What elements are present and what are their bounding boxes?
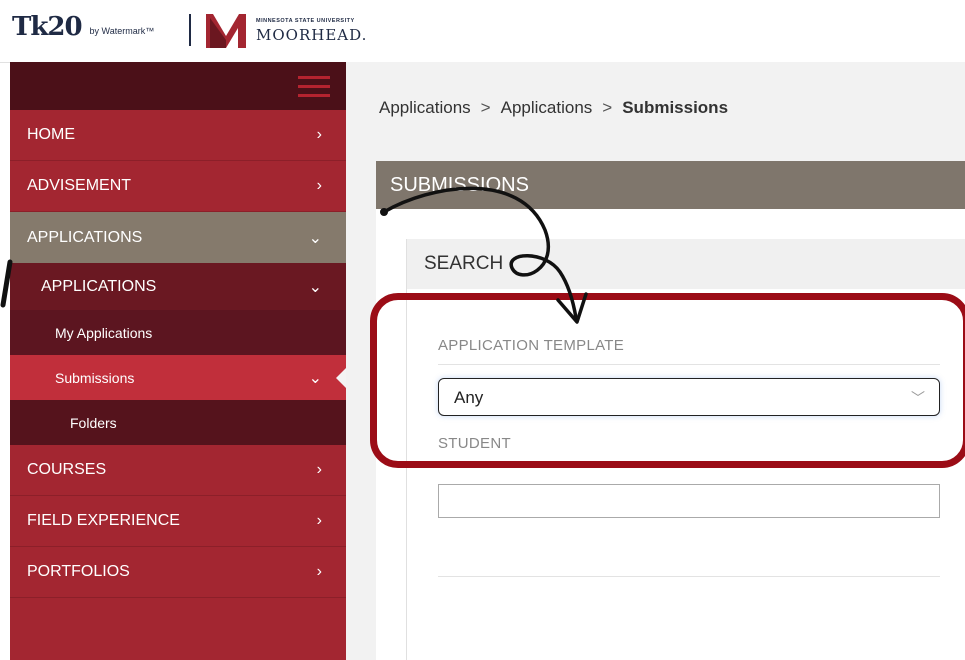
breadcrumb-separator: > — [480, 98, 491, 117]
page-title: SUBMISSIONS — [390, 173, 529, 196]
breadcrumb-link[interactable]: Applications — [379, 98, 471, 118]
sidebar-item-field-experience[interactable]: FIELD EXPERIENCE › — [10, 496, 346, 547]
student-input[interactable] — [438, 484, 940, 518]
chevron-down-icon: ⌄ — [308, 278, 322, 296]
sidebar-item-advisement[interactable]: ADVISEMENT › — [10, 161, 346, 212]
sidebar-subitem-applications[interactable]: APPLICATIONS ⌄ — [10, 263, 346, 310]
sidebar-item-label: ADVISEMENT — [27, 177, 132, 194]
sidebar-item-submissions[interactable]: Submissions ⌄ — [10, 355, 347, 400]
chevron-down-icon: ⌄ — [308, 229, 322, 247]
divider — [438, 576, 940, 577]
sidebar-item-folders[interactable]: Folders — [10, 400, 346, 445]
sidebar-item-applications[interactable]: APPLICATIONS ⌄ — [10, 212, 346, 263]
breadcrumb-current: Submissions — [622, 98, 729, 117]
search-title: SEARCH — [424, 253, 504, 274]
sidebar-item-label: My Applications — [55, 324, 153, 341]
sidebar-item-label: COURSES — [27, 461, 107, 478]
chevron-right-icon: › — [316, 177, 322, 194]
msum-logo-icon — [206, 14, 246, 48]
breadcrumb-link[interactable]: Applications — [501, 98, 593, 118]
section-header: SUBMISSIONS — [376, 161, 965, 209]
logo-divider — [189, 14, 191, 46]
highlight-box — [370, 293, 965, 468]
watermark-tagline: by Watermark™ — [89, 26, 155, 36]
sidebar-item-label: FIELD EXPERIENCE — [27, 512, 180, 529]
university-subtitle: MINNESOTA STATE UNIVERSITY — [256, 18, 355, 24]
sidebar-item-home[interactable]: HOME › — [10, 110, 346, 161]
sidebar-item-label: APPLICATIONS — [41, 277, 157, 295]
sidebar-item-label: Folders — [70, 414, 117, 431]
sidebar-item-label: HOME — [27, 126, 75, 143]
breadcrumb: Applications > Applications > Submission… — [379, 98, 728, 118]
sidebar-item-courses[interactable]: COURSES › — [10, 445, 346, 496]
top-header: Tk20 by Watermark™ MINNESOTA STATE UNIVE… — [0, 0, 965, 63]
sidebar-item-label: APPLICATIONS — [27, 228, 143, 246]
tk20-logo[interactable]: Tk20 by Watermark™ — [12, 14, 154, 40]
search-header[interactable]: SEARCH — [407, 239, 965, 289]
tk20-logo-mark: Tk20 — [12, 12, 83, 42]
chevron-down-icon: ⌄ — [308, 369, 322, 387]
hamburger-icon[interactable] — [298, 76, 330, 103]
sidebar-item-my-applications[interactable]: My Applications — [10, 310, 346, 355]
sidebar: HOME › ADVISEMENT › APPLICATIONS ⌄ APPLI… — [10, 62, 347, 660]
chevron-right-icon: › — [316, 126, 322, 143]
chevron-right-icon: › — [316, 461, 322, 478]
sidebar-top — [10, 62, 346, 110]
sidebar-item-label: PORTFOLIOS — [27, 563, 130, 580]
sidebar-item-label: Submissions — [55, 369, 135, 386]
chevron-right-icon: › — [316, 563, 322, 580]
sidebar-item-portfolios[interactable]: PORTFOLIOS › — [10, 547, 346, 598]
university-name: MOORHEAD. — [256, 26, 368, 44]
chevron-right-icon: › — [316, 512, 322, 529]
breadcrumb-separator: > — [602, 98, 613, 117]
